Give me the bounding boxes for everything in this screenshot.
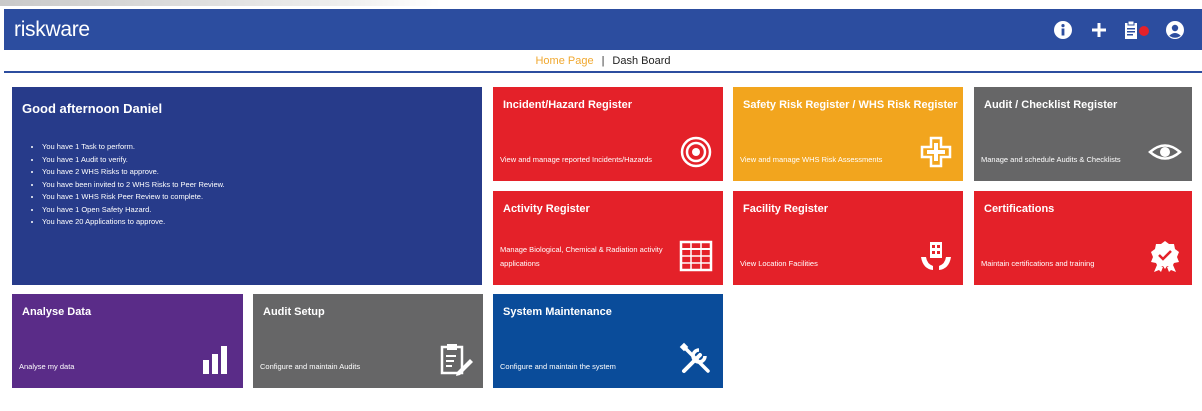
tile-description: View Location Facilities [740,259,818,268]
bar-chart-icon [199,342,233,376]
list-item[interactable]: You have 2 WHS Risks to approve. [42,166,225,179]
audit-checklist-register-tile[interactable]: Audit / Checklist Register Manage and sc… [974,87,1192,181]
browser-top-strip [0,0,1202,9]
target-icon [679,135,713,169]
user-account-icon[interactable] [1164,19,1186,41]
tile-title: Certifications [984,203,1055,215]
add-icon[interactable] [1088,19,1110,41]
logo[interactable]: riskware [14,18,90,42]
breadcrumb-current: Dash Board [612,54,671,67]
list-item[interactable]: You have 1 Open Safety Hazard. [42,204,225,217]
tile-description: Configure and maintain Audits [260,362,361,371]
tile-title: Facility Register [743,203,828,215]
tile-description: View and manage WHS Risk Assessments [740,155,883,164]
medical-cross-icon [919,135,953,169]
building-hands-icon [919,239,953,273]
tools-icon [679,342,713,376]
facility-register-tile[interactable]: Facility Register View Location Faciliti… [733,191,963,285]
eye-icon [1148,135,1182,169]
breadcrumb-separator: | [601,54,605,67]
table-grid-icon [679,239,713,273]
audit-setup-tile[interactable]: Audit Setup Configure and maintain Audit… [253,294,483,388]
top-shadow [0,0,440,6]
info-icon[interactable] [1052,19,1074,41]
header-icons [1052,19,1186,41]
tile-title: Audit Setup [263,306,325,318]
clipboard-edit-icon [439,342,473,376]
list-item[interactable]: You have 1 WHS Risk Peer Review to compl… [42,191,225,204]
list-item[interactable]: You have 1 Task to perform. [42,141,225,154]
clipboard-notification-icon[interactable] [1124,19,1150,41]
tile-title: Audit / Checklist Register [984,99,1118,111]
list-item[interactable]: You have 1 Audit to verify. [42,154,225,167]
tile-description: Maintain certifications and training [981,259,1095,268]
tile-description: Manage Biological, Chemical & Radiation … [500,245,663,268]
breadcrumb: Home Page | Dash Board [4,50,1202,73]
tile-description: Manage and schedule Audits & Checklists [981,155,1121,164]
tile-title: Activity Register [503,203,590,215]
tile-title: Incident/Hazard Register [503,99,632,111]
breadcrumb-home-link[interactable]: Home Page [535,55,593,67]
tile-title: Safety Risk Register / WHS Risk Register [743,99,958,111]
tile-title: System Maintenance [503,306,612,318]
certifications-tile[interactable]: Certifications Maintain certifications a… [974,191,1192,285]
notification-list: You have 1 Task to perform. You have 1 A… [32,141,225,229]
activity-register-tile[interactable]: Activity Register Manage Biological, Che… [493,191,723,285]
system-maintenance-tile[interactable]: System Maintenance Configure and maintai… [493,294,723,388]
tile-title: Analyse Data [22,306,92,318]
tile-description: View and manage reported Incidents/Hazar… [500,155,653,164]
list-item[interactable]: You have been invited to 2 WHS Risks to … [42,179,225,192]
greeting: Good afternoon Daniel [22,101,163,116]
tile-description: Analyse my data [19,362,75,371]
tile-description: Configure and maintain the system [500,362,616,371]
safety-risk-register-tile[interactable]: Safety Risk Register / WHS Risk Register… [733,87,963,181]
list-item[interactable]: You have 20 Applications to approve. [42,216,225,229]
welcome-panel: Good afternoon Daniel You have 1 Task to… [12,87,482,285]
award-ribbon-icon [1148,239,1182,273]
incident-hazard-register-tile[interactable]: Incident/Hazard Register View and manage… [493,87,723,181]
app-header: riskware [4,9,1202,50]
analyse-data-tile[interactable]: Analyse Data Analyse my data [12,294,243,388]
